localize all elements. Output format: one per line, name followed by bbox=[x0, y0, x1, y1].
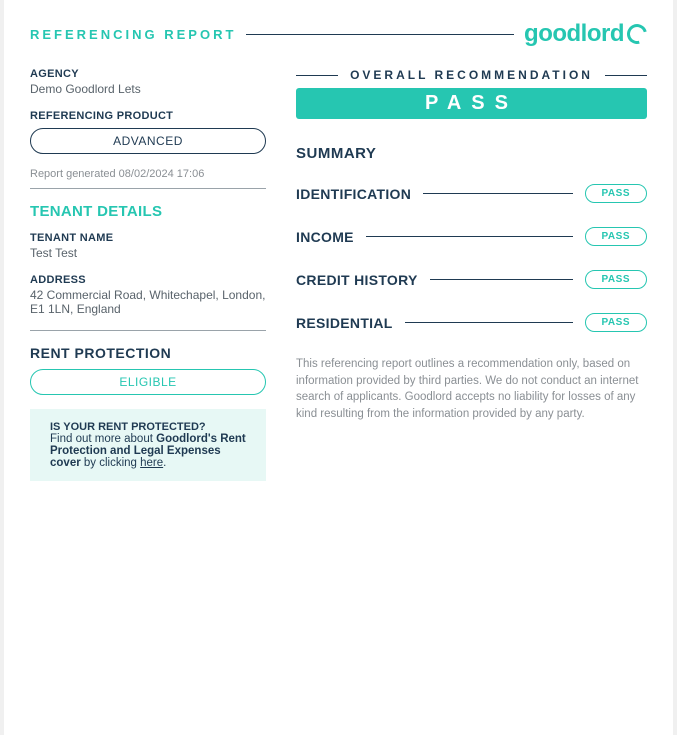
check-status-badge: PASS bbox=[585, 227, 648, 246]
agency-value: Demo Goodlord Lets bbox=[30, 82, 266, 96]
check-name: IDENTIFICATION bbox=[296, 186, 411, 202]
rec-rule bbox=[296, 75, 338, 76]
generated-timestamp: Report generated 08/02/2024 17:06 bbox=[30, 168, 266, 180]
recommendation-header: OVERALL RECOMMENDATION bbox=[296, 68, 647, 82]
agency-label: AGENCY bbox=[30, 68, 266, 80]
check-row: CREDIT HISTORY PASS bbox=[296, 270, 647, 289]
recommendation-band: PASS bbox=[296, 88, 647, 119]
left-column: AGENCY Demo Goodlord Lets REFERENCING PR… bbox=[30, 68, 266, 481]
divider bbox=[30, 188, 266, 189]
right-column: OVERALL RECOMMENDATION PASS SUMMARY IDEN… bbox=[296, 68, 647, 481]
tenant-name-value: Test Test bbox=[30, 246, 266, 260]
check-status-badge: PASS bbox=[585, 313, 648, 332]
address-block: ADDRESS 42 Commercial Road, Whitechapel,… bbox=[30, 274, 266, 316]
promo-tail: by clicking bbox=[81, 457, 140, 469]
divider bbox=[30, 330, 266, 331]
check-status-badge: PASS bbox=[585, 270, 648, 289]
product-block: REFERENCING PRODUCT ADVANCED bbox=[30, 110, 266, 154]
header-rule bbox=[246, 34, 514, 35]
report-page: REFERENCING REPORT goodlord AGENCY Demo … bbox=[4, 0, 673, 735]
check-name: CREDIT HISTORY bbox=[296, 272, 418, 288]
check-row: IDENTIFICATION PASS bbox=[296, 184, 647, 203]
disclaimer-text: This referencing report outlines a recom… bbox=[296, 356, 647, 423]
rec-rule bbox=[605, 75, 647, 76]
report-header: REFERENCING REPORT goodlord bbox=[30, 22, 647, 46]
check-row: INCOME PASS bbox=[296, 227, 647, 246]
promo-lead: Find out more about bbox=[50, 433, 156, 445]
address-value: 42 Commercial Road, Whitechapel, London,… bbox=[30, 288, 266, 316]
tenant-section-title: TENANT DETAILS bbox=[30, 203, 266, 220]
address-label: ADDRESS bbox=[30, 274, 266, 286]
summary-heading: SUMMARY bbox=[296, 145, 647, 162]
promo-link[interactable]: here bbox=[140, 457, 163, 469]
check-name: RESIDENTIAL bbox=[296, 315, 393, 331]
rent-status-pill: ELIGIBLE bbox=[30, 369, 266, 395]
check-rule bbox=[405, 322, 573, 323]
check-row: RESIDENTIAL PASS bbox=[296, 313, 647, 332]
check-name: INCOME bbox=[296, 229, 354, 245]
promo-question: IS YOUR RENT PROTECTED? bbox=[50, 421, 246, 433]
check-rule bbox=[366, 236, 573, 237]
product-label: REFERENCING PRODUCT bbox=[30, 110, 266, 122]
check-rule bbox=[430, 279, 573, 280]
tenant-name-block: TENANT NAME Test Test bbox=[30, 232, 266, 260]
brand-arc-icon bbox=[623, 20, 650, 47]
brand-text: goodlord bbox=[524, 22, 624, 46]
rent-promo-box: IS YOUR RENT PROTECTED? Find out more ab… bbox=[30, 409, 266, 481]
check-rule bbox=[423, 193, 572, 194]
agency-block: AGENCY Demo Goodlord Lets bbox=[30, 68, 266, 96]
product-pill: ADVANCED bbox=[30, 128, 266, 154]
tenant-name-label: TENANT NAME bbox=[30, 232, 266, 244]
report-header-title: REFERENCING REPORT bbox=[30, 27, 236, 42]
rec-title: OVERALL RECOMMENDATION bbox=[350, 68, 593, 82]
brand-logo: goodlord bbox=[524, 22, 647, 46]
checks-list: IDENTIFICATIONPASSINCOMEPASSCREDIT HISTO… bbox=[296, 184, 647, 332]
rent-section-title: RENT PROTECTION bbox=[30, 345, 266, 361]
check-status-badge: PASS bbox=[585, 184, 648, 203]
